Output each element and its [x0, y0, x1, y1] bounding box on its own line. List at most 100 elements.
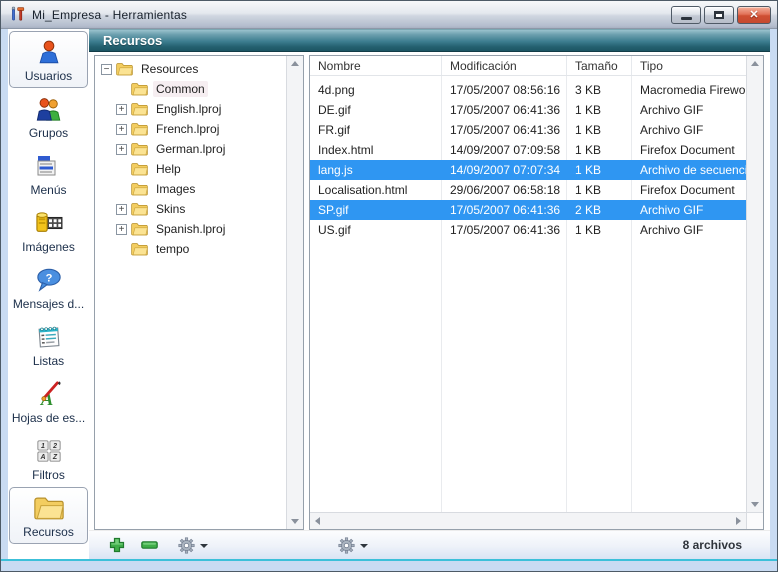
tree-item[interactable]: + German.lproj [95, 139, 286, 159]
cell-nombre: SP.gif [310, 203, 442, 217]
tree-item-label: Spanish.lproj [153, 221, 228, 237]
scroll-left-icon[interactable] [315, 517, 320, 525]
maximize-icon [714, 11, 724, 19]
table-row[interactable]: DE.gif 17/05/2007 06:41:36 1 KB Archivo … [310, 100, 746, 120]
tree-item[interactable]: Help [95, 159, 286, 179]
table-row[interactable]: Localisation.html 29/06/2007 06:58:18 1 … [310, 180, 746, 200]
tree-item[interactable]: Images [95, 179, 286, 199]
section-title: Recursos [103, 33, 162, 48]
file-table-body: 4d.png 17/05/2007 08:56:16 3 KB Macromed… [310, 76, 746, 512]
tree-expander-icon[interactable]: + [116, 104, 127, 115]
column-header-nombre[interactable]: Nombre [310, 56, 442, 75]
column-header-modificacion[interactable]: Modificación [442, 56, 567, 75]
folder-icon [116, 62, 133, 76]
filter-keys-icon: 1 2 A Z [35, 435, 63, 467]
scroll-up-icon[interactable] [291, 61, 299, 66]
cell-tipo: Archivo GIF [632, 123, 746, 137]
film-roll-icon [34, 207, 64, 239]
add-button[interactable] [109, 537, 125, 553]
sidebar-item-filtros[interactable]: 1 2 A Z Filtros [8, 430, 89, 487]
cell-modificacion: 14/09/2007 07:07:34 [442, 163, 567, 177]
cell-tamano: 3 KB [567, 83, 632, 97]
titlebar[interactable]: Mi_Empresa - Herramientas ✕ [1, 1, 777, 29]
main-panel: Recursos − Resources Common + [89, 29, 770, 559]
minimize-button[interactable] [671, 6, 701, 24]
table-row[interactable]: Index.html 14/09/2007 07:09:58 1 KB Fire… [310, 140, 746, 160]
actions-menu-button-right[interactable] [338, 537, 368, 554]
cell-tipo: Macromedia Fireworks [632, 83, 746, 97]
resource-tree: − Resources Common + English.lproj [95, 56, 286, 529]
cell-modificacion: 14/09/2007 07:09:58 [442, 143, 567, 157]
column-header-tipo[interactable]: Tipo [632, 56, 746, 75]
group-icon [34, 93, 64, 125]
table-row[interactable]: SP.gif 17/05/2007 06:41:36 2 KB Archivo … [310, 200, 746, 220]
tree-item-label: Images [153, 181, 198, 197]
sidebar-item-mensajes[interactable]: ? Mensajes d... [8, 259, 89, 316]
sidebar-item-listas[interactable]: Listas [8, 316, 89, 373]
sidebar-item-label: Imágenes [22, 240, 75, 254]
tree-item[interactable]: − Resources [95, 59, 286, 79]
tree-expander-icon[interactable]: − [101, 64, 112, 75]
tree-item[interactable]: + Spanish.lproj [95, 219, 286, 239]
cell-tipo: Archivo de secuencias [632, 163, 746, 177]
cell-modificacion: 17/05/2007 06:41:36 [442, 223, 567, 237]
file-count-status: 8 archivos [683, 538, 742, 552]
column-header-tamano[interactable]: Tamaño [567, 56, 632, 75]
table-horizontal-scrollbar[interactable] [310, 512, 746, 529]
svg-text:A: A [39, 454, 45, 461]
table-row[interactable]: FR.gif 17/05/2007 06:41:36 1 KB Archivo … [310, 120, 746, 140]
cell-tamano: 1 KB [567, 183, 632, 197]
tree-expander-icon[interactable]: + [116, 204, 127, 215]
table-row[interactable]: 4d.png 17/05/2007 08:56:16 3 KB Macromed… [310, 80, 746, 100]
sidebar-item-label: Hojas de es... [12, 411, 85, 425]
tree-item-label: German.lproj [153, 141, 228, 157]
cell-tamano: 1 KB [567, 223, 632, 237]
add-plus-icon [109, 537, 125, 553]
tree-item[interactable]: Common [95, 79, 286, 99]
folder-icon [131, 142, 148, 156]
sidebar-item-menus[interactable]: Menús [8, 145, 89, 202]
sidebar-item-imagenes[interactable]: Imágenes [8, 202, 89, 259]
user-icon [35, 36, 63, 68]
table-vertical-scrollbar[interactable] [746, 56, 763, 512]
remove-button[interactable] [141, 541, 158, 549]
cell-nombre: Index.html [310, 143, 442, 157]
stylesheet-brush-icon: A [35, 378, 63, 410]
cell-nombre: US.gif [310, 223, 442, 237]
scroll-right-icon[interactable] [736, 517, 741, 525]
close-button[interactable]: ✕ [737, 6, 771, 24]
sidebar-item-hojas[interactable]: A Hojas de es... [8, 373, 89, 430]
tree-item-label: Skins [153, 201, 188, 217]
cell-tipo: Archivo GIF [632, 203, 746, 217]
scroll-up-icon[interactable] [751, 61, 759, 66]
scroll-down-icon[interactable] [291, 519, 299, 524]
svg-text:1: 1 [41, 443, 45, 450]
sidebar-item-grupos[interactable]: Grupos [8, 88, 89, 145]
sidebar-item-usuarios[interactable]: Usuarios [9, 31, 88, 88]
sidebar-item-label: Filtros [32, 468, 65, 482]
actions-menu-button-left[interactable] [178, 537, 208, 554]
tree-expander-icon[interactable]: + [116, 224, 127, 235]
sidebar-item-recursos[interactable]: Recursos [9, 487, 88, 544]
tree-item[interactable]: + French.lproj [95, 119, 286, 139]
tree-expander-icon[interactable]: + [116, 124, 127, 135]
table-row[interactable]: lang.js 14/09/2007 07:07:34 1 KB Archivo… [310, 160, 746, 180]
maximize-button[interactable] [704, 6, 734, 24]
dropdown-caret-icon [200, 544, 208, 548]
tools-app-icon [9, 6, 26, 23]
notepad-icon [35, 321, 63, 353]
tree-vertical-scrollbar[interactable] [286, 56, 303, 529]
tree-expander-icon[interactable]: + [116, 144, 127, 155]
scrollbar-corner [746, 512, 763, 529]
cell-tipo: Archivo GIF [632, 223, 746, 237]
tree-item[interactable]: + English.lproj [95, 99, 286, 119]
message-bubble-icon: ? [35, 264, 63, 296]
folder-icon [131, 182, 148, 196]
tree-item[interactable]: + Skins [95, 199, 286, 219]
tree-item[interactable]: tempo [95, 239, 286, 259]
scroll-down-icon[interactable] [751, 502, 759, 507]
table-row[interactable]: US.gif 17/05/2007 06:41:36 1 KB Archivo … [310, 220, 746, 240]
folder-icon [131, 122, 148, 136]
svg-text:?: ? [45, 272, 52, 284]
cell-tipo: Archivo GIF [632, 103, 746, 117]
